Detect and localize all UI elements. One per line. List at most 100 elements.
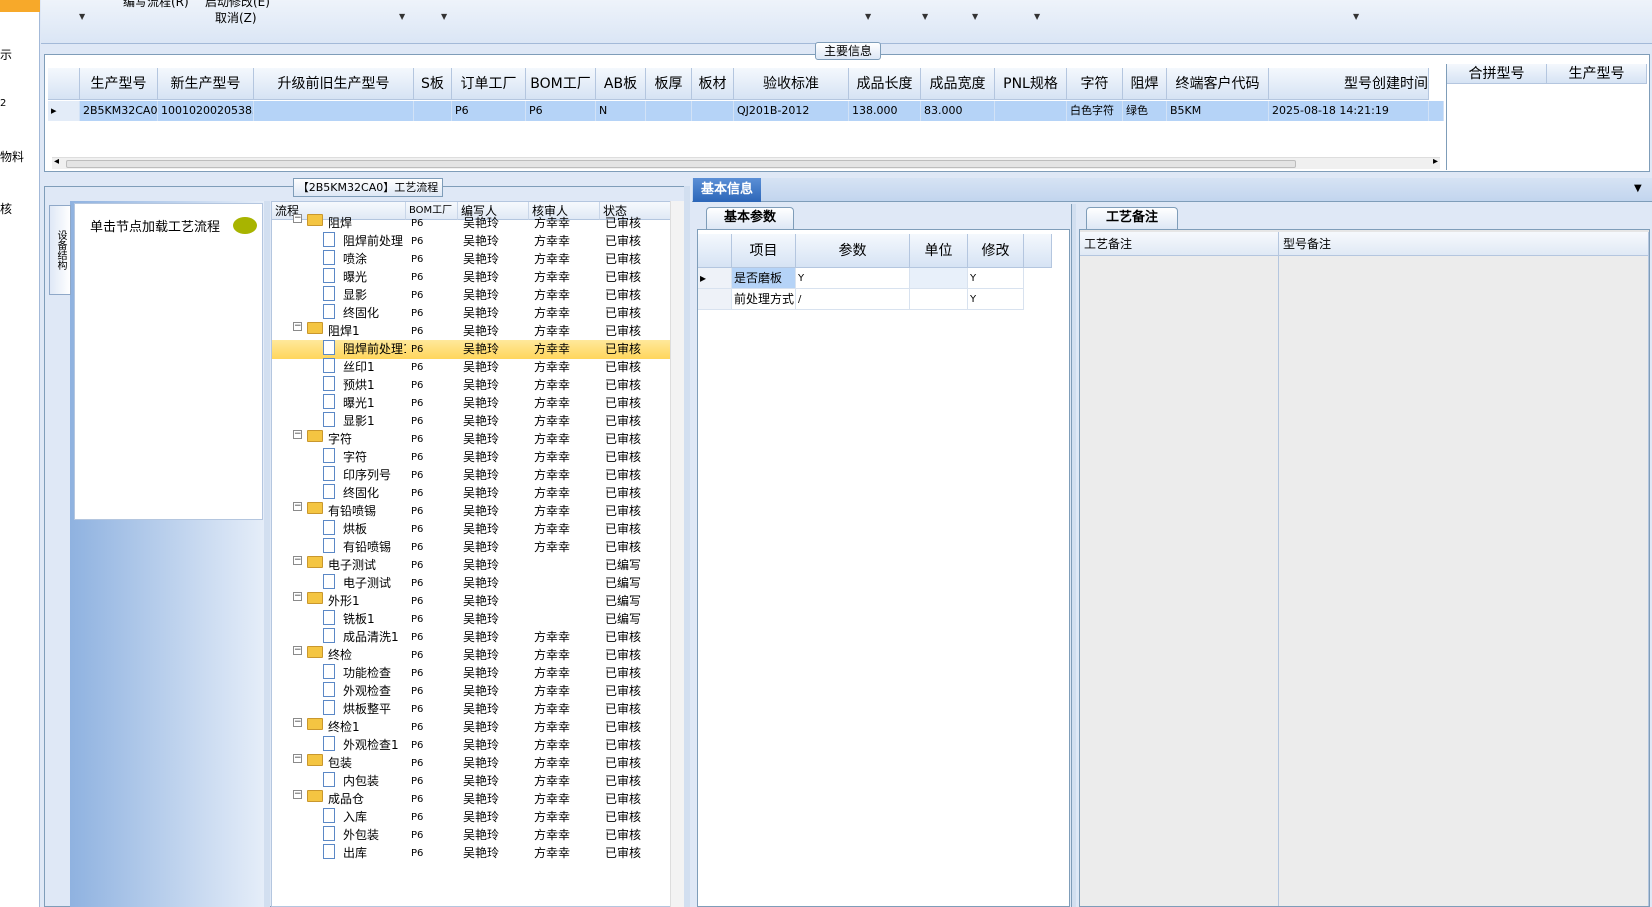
tab-basic-params[interactable]: 基本参数 (706, 207, 794, 229)
main-grid-cell[interactable]: N (596, 101, 646, 121)
splitter-handle[interactable] (264, 201, 270, 907)
main-grid-header[interactable]: 升级前旧生产型号 (254, 68, 414, 100)
main-grid-header[interactable]: 验收标准 (734, 68, 849, 100)
dropdown-arrow-icon[interactable]: ▼ (1353, 12, 1359, 21)
main-grid-header[interactable]: BOM工厂 (526, 68, 596, 100)
main-grid-header[interactable]: 终端客户代码 (1167, 68, 1269, 100)
left-nav-active-tab[interactable] (0, 0, 40, 12)
tree-leaf-node[interactable]: 曝光1 P6 吴艳玲 方幸幸 已审核 (272, 394, 672, 413)
params-header[interactable] (1024, 234, 1052, 268)
process-note-field[interactable] (1080, 256, 1279, 906)
main-grid-header[interactable]: 板材 (692, 68, 734, 100)
main-grid-header[interactable]: AB板 (596, 68, 646, 100)
main-grid-header[interactable]: 阻焊 (1123, 68, 1167, 100)
tree-group-node[interactable]: − 阻焊1 P6 吴艳玲 方幸幸 已审核 (272, 322, 672, 341)
params-cell-item[interactable]: 是否磨板 (732, 268, 796, 289)
params-header[interactable]: 项目 (732, 234, 796, 268)
tree-leaf-node[interactable]: 曝光 P6 吴艳玲 方幸幸 已审核 (272, 268, 672, 287)
left-nav-item[interactable]: 物料 (0, 148, 24, 165)
tree-leaf-node[interactable]: 终固化 P6 吴艳玲 方幸幸 已审核 (272, 484, 672, 503)
tree-leaf-node[interactable]: 外包装 P6 吴艳玲 方幸幸 已审核 (272, 826, 672, 845)
tree-leaf-node[interactable]: 烘板整平 P6 吴艳玲 方幸幸 已审核 (272, 700, 672, 719)
main-grid-header[interactable]: 生产型号 (80, 68, 158, 100)
tree-leaf-node[interactable]: 入库 P6 吴艳玲 方幸幸 已审核 (272, 808, 672, 827)
tree-leaf-node[interactable]: 预烘1 P6 吴艳玲 方幸幸 已审核 (272, 376, 672, 395)
tree-group-node[interactable]: − 有铅喷锡 P6 吴艳玲 方幸幸 已审核 (272, 502, 672, 521)
collapse-toggle-icon[interactable]: − (293, 646, 302, 655)
main-grid-cell[interactable]: 2B5KM32CA0 (80, 101, 158, 121)
tree-leaf-node[interactable]: 出库 P6 吴艳玲 方幸幸 已审核 (272, 844, 672, 863)
collapse-toggle-icon[interactable]: − (293, 502, 302, 511)
params-header[interactable]: 单位 (910, 234, 968, 268)
collapse-toggle-icon[interactable]: − (293, 430, 302, 439)
main-grid-cell[interactable]: 2025-08-18 14:21:19 (1269, 101, 1429, 121)
model-note-field[interactable] (1279, 256, 1649, 906)
main-grid-cell[interactable] (414, 101, 452, 121)
dropdown-arrow-icon[interactable]: ▼ (972, 12, 978, 21)
dropdown-arrow-icon[interactable]: ▼ (441, 12, 447, 21)
scroll-left-icon[interactable]: ◂ (54, 156, 59, 167)
main-grid-cell[interactable]: 白色字符 (1067, 101, 1123, 121)
tree-leaf-node[interactable]: 烘板 P6 吴艳玲 方幸幸 已审核 (272, 520, 672, 539)
collapse-toggle-icon[interactable]: − (293, 790, 302, 799)
params-corner[interactable] (698, 234, 732, 268)
tree-leaf-node[interactable]: 字符 P6 吴艳玲 方幸幸 已审核 (272, 448, 672, 467)
main-grid-hscrollbar[interactable]: ◂ ▸ (52, 156, 1440, 169)
main-grid-cell[interactable] (692, 101, 734, 121)
row-indicator-icon[interactable]: ▸ (48, 101, 80, 121)
tree-leaf-node[interactable]: 印序列号 P6 吴艳玲 方幸幸 已审核 (272, 466, 672, 485)
tree-leaf-node[interactable]: 功能检查 P6 吴艳玲 方幸幸 已审核 (272, 664, 672, 683)
main-grid-cell[interactable]: 绿色 (1123, 101, 1167, 121)
tree-leaf-node[interactable]: 喷涂 P6 吴艳玲 方幸幸 已审核 (272, 250, 672, 269)
tree-leaf-node[interactable]: 阻焊前处理1 P6 吴艳玲 方幸幸 已审核 (272, 340, 672, 359)
dropdown-arrow-icon[interactable]: ▼ (399, 12, 405, 21)
main-grid-cell[interactable] (995, 101, 1067, 121)
main-grid-cell[interactable]: P6 (526, 101, 596, 121)
main-grid-cell[interactable]: P6 (452, 101, 526, 121)
row-indicator-icon[interactable]: ▸ (698, 268, 732, 289)
tree-group-node[interactable]: − 阻焊 P6 吴艳玲 方幸幸 已审核 (272, 214, 672, 233)
node-hint-box[interactable]: 单击节点加载工艺流程 (74, 203, 263, 520)
main-grid-header[interactable]: 板厚 (646, 68, 692, 100)
tab-process-notes[interactable]: 工艺备注 (1086, 207, 1178, 229)
main-grid-cell[interactable]: B5KM (1167, 101, 1269, 121)
tree-leaf-node[interactable]: 终固化 P6 吴艳玲 方幸幸 已审核 (272, 304, 672, 323)
main-grid-header[interactable]: 成品宽度 (921, 68, 995, 100)
write-flow-button[interactable]: 编写流程(R) (123, 0, 189, 10)
main-grid-header[interactable]: 订单工厂 (452, 68, 526, 100)
collapse-toggle-icon[interactable]: − (293, 592, 302, 601)
tree-group-node[interactable]: − 终检1 P6 吴艳玲 方幸幸 已审核 (272, 718, 672, 737)
left-nav-item[interactable]: 2 (0, 98, 6, 109)
main-grid-header[interactable]: 型号创建时间 (1269, 68, 1429, 100)
main-grid-cell[interactable]: 83.000 (921, 101, 995, 121)
tree-group-node[interactable]: − 终检 P6 吴艳玲 方幸幸 已审核 (272, 646, 672, 665)
main-grid-cell[interactable]: QJ201B-2012 (734, 101, 849, 121)
main-grid-header[interactable]: 新生产型号 (158, 68, 254, 100)
dropdown-arrow-icon[interactable]: ▼ (865, 12, 871, 21)
main-grid-header[interactable]: PNL规格 (995, 68, 1067, 100)
main-grid-cell[interactable]: 10010200205383 (158, 101, 254, 121)
main-grid-cell[interactable] (646, 101, 692, 121)
dropdown-arrow-icon[interactable]: ▼ (79, 12, 85, 21)
main-grid-cell[interactable]: 138.000 (849, 101, 921, 121)
tree-leaf-node[interactable]: 阻焊前处理 P6 吴艳玲 方幸幸 已审核 (272, 232, 672, 251)
params-cell-modify[interactable]: Y (968, 268, 1024, 289)
scroll-right-icon[interactable]: ▸ (1433, 156, 1438, 167)
tree-leaf-node[interactable]: 有铅喷锡 P6 吴艳玲 方幸幸 已审核 (272, 538, 672, 557)
collapse-toggle-icon[interactable]: − (293, 322, 302, 331)
collapse-toggle-icon[interactable]: − (293, 556, 302, 565)
params-cell-param[interactable]: Y (796, 268, 910, 289)
side-model-header[interactable]: 生产型号 (1547, 64, 1647, 84)
tree-leaf-node[interactable]: 丝印1 P6 吴艳玲 方幸幸 已审核 (272, 358, 672, 377)
tree-leaf-node[interactable]: 内包装 P6 吴艳玲 方幸幸 已审核 (272, 772, 672, 791)
tree-leaf-node[interactable]: 外观检查1 P6 吴艳玲 方幸幸 已审核 (272, 736, 672, 755)
params-cell-item[interactable]: 前处理方式 (732, 289, 796, 310)
dropdown-arrow-icon[interactable]: ▼ (922, 12, 928, 21)
collapse-toggle-icon[interactable]: − (293, 754, 302, 763)
tree-group-node[interactable]: − 成品仓 P6 吴艳玲 方幸幸 已审核 (272, 790, 672, 809)
main-grid-cell[interactable] (254, 101, 414, 121)
tree-leaf-node[interactable]: 电子测试 P6 吴艳玲 已编写 (272, 574, 672, 593)
params-header[interactable]: 参数 (796, 234, 910, 268)
splitter-handle[interactable] (684, 186, 690, 907)
dropdown-arrow-icon[interactable]: ▼ (1034, 12, 1040, 21)
